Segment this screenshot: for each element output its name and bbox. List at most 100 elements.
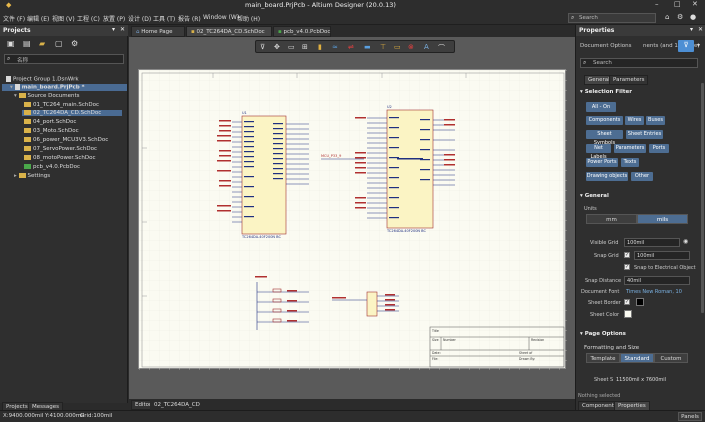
menu-edit[interactable]: 编辑 (E) xyxy=(27,14,49,23)
eye-icon[interactable]: ◉ xyxy=(683,238,688,245)
global-search-box[interactable]: ⌕ Search xyxy=(568,13,656,23)
project-group-item[interactable]: Project Group 1.DsnWrk xyxy=(6,76,79,83)
panels-button[interactable]: Panels xyxy=(678,412,702,421)
tab-parameters[interactable]: Parameters xyxy=(609,75,649,85)
menu-tools[interactable]: 工具 (T) xyxy=(153,14,175,23)
tab-schdoc[interactable]: ▪ 02_TC264DA_CD.SchDoc xyxy=(186,26,272,37)
file-item[interactable]: 08_motoPower.SchDoc xyxy=(24,155,96,161)
sheet-border-color-swatch[interactable] xyxy=(636,298,644,306)
filter-other-button[interactable]: Other xyxy=(631,172,653,181)
file-item[interactable]: 04_port.SchDoc xyxy=(24,119,76,125)
filter-power-ports-button[interactable]: Power Ports xyxy=(586,158,618,167)
close-button[interactable]: ✕ xyxy=(692,0,698,8)
panel-close-icon[interactable]: ✕ xyxy=(698,26,703,33)
port-icon[interactable]: ▭ xyxy=(394,43,401,51)
filter-buses-button[interactable]: Buses xyxy=(646,116,665,125)
net-label-icon[interactable]: ⇌ xyxy=(348,43,354,51)
align-icon[interactable]: ⊞ xyxy=(302,43,308,51)
filter-parameters-button[interactable]: Parameters xyxy=(614,144,646,153)
menu-window[interactable]: Window (W) xyxy=(203,14,239,21)
tab-pcbdoc[interactable]: ▪ pcb_v4.0.PcbDoc xyxy=(273,26,331,37)
chevron-down-icon[interactable]: ▾ xyxy=(697,42,700,49)
menu-help[interactable]: 帮助 (H) xyxy=(237,14,260,23)
sheet-color-swatch[interactable] xyxy=(624,310,632,318)
project-item[interactable]: ▾ main_board.PrjPcb * xyxy=(2,84,127,91)
file-item[interactable]: 07_ServoPower.SchDoc xyxy=(24,146,97,152)
menu-reports[interactable]: 报告 (R) xyxy=(178,14,201,23)
panel-menu-icon[interactable]: ▾ xyxy=(690,26,693,33)
text-icon[interactable]: A xyxy=(424,43,429,51)
home-icon[interactable]: ⌂ xyxy=(665,13,669,21)
filter-texts-button[interactable]: Texts xyxy=(621,158,639,167)
move-icon[interactable]: ✥ xyxy=(274,43,280,51)
settings-folder-item[interactable]: ▸ Settings xyxy=(14,173,50,179)
save-all-icon[interactable]: ▤ xyxy=(23,39,31,48)
visible-grid-input[interactable]: 100mil xyxy=(624,238,680,247)
general-section-header[interactable]: ▾ General xyxy=(580,193,609,199)
filter-button[interactable]: ⊽ xyxy=(678,40,694,52)
document-font-link[interactable]: Times New Roman, 10 xyxy=(626,289,682,295)
snap-grid-input[interactable]: 100mil xyxy=(634,251,690,260)
component-icon[interactable]: ▮ xyxy=(318,43,322,51)
sheet-border-checkbox[interactable]: ✓ xyxy=(624,299,630,305)
snap-electrical-checkbox[interactable]: ✓ xyxy=(624,264,630,270)
user-icon[interactable]: ● xyxy=(690,13,696,21)
visible-grid-label: Visible Grid xyxy=(590,240,619,246)
bus-icon[interactable]: ▬ xyxy=(364,43,371,51)
file-item[interactable]: pcb_v4.0.PcbDoc xyxy=(24,164,80,170)
properties-search-input[interactable]: Search xyxy=(593,60,612,66)
wire-icon[interactable]: ≈ xyxy=(332,43,338,51)
source-folder-item[interactable]: ▾ Source Documents xyxy=(14,93,80,99)
no-erc-icon[interactable]: ⊗ xyxy=(408,43,414,51)
filter-components-button[interactable]: Components xyxy=(586,116,623,125)
projects-toolbar: ▣ ▤ ▰ ▢ ⚙ xyxy=(3,39,127,51)
filter-wires-button[interactable]: Wires xyxy=(625,116,644,125)
tab-home-page[interactable]: ⌂ Home Page xyxy=(131,26,185,37)
filter-drawing-objects-button[interactable]: Drawing objects xyxy=(586,172,628,181)
format-custom-button[interactable]: Custom xyxy=(654,353,688,363)
file-item[interactable]: 01_TC264_main.SchDoc xyxy=(24,102,99,108)
projects-search-box[interactable]: ⌕ 名称 xyxy=(4,54,124,64)
panel-close-icon[interactable]: ✕ xyxy=(120,26,125,33)
units-mm-button[interactable]: mm xyxy=(586,214,637,224)
filter-ports-button[interactable]: Ports xyxy=(649,144,669,153)
filter-icon[interactable]: ⊽ xyxy=(260,43,265,51)
minimize-button[interactable]: – xyxy=(655,0,659,8)
properties-search-box[interactable]: ⌕ Search xyxy=(580,58,698,68)
snap-distance-input[interactable]: 40mil xyxy=(624,276,690,285)
units-mils-button[interactable]: mils xyxy=(637,214,688,224)
menu-project[interactable]: 工程 (C) xyxy=(77,14,100,23)
selection-filter-header[interactable]: ▾ Selection Filter xyxy=(580,89,632,95)
arc-icon[interactable]: ⌒ xyxy=(438,43,445,53)
settings-icon[interactable]: ⚙ xyxy=(71,39,78,48)
menu-file[interactable]: 文件 (F) xyxy=(3,14,25,23)
filter-net-labels-button[interactable]: Net Labels xyxy=(586,144,611,160)
snap-grid-checkbox[interactable]: ✓ xyxy=(624,252,630,258)
menu-view[interactable]: 视图 (V) xyxy=(52,14,75,23)
document-icon[interactable]: ▢ xyxy=(55,39,63,48)
save-icon[interactable]: ▣ xyxy=(7,39,15,48)
menu-design[interactable]: 设计 (D) xyxy=(128,14,151,23)
properties-scrollbar[interactable] xyxy=(701,83,704,313)
page-options-header[interactable]: ▾ Page Options xyxy=(580,331,626,337)
select-icon[interactable]: ▭ xyxy=(288,43,295,51)
panel-menu-icon[interactable]: ▾ xyxy=(112,26,115,33)
tab-sheet-name[interactable]: 02_TC264DA_CD xyxy=(150,400,204,410)
file-item[interactable]: 03_Moto.SchDoc xyxy=(24,128,79,134)
power-port-icon[interactable]: ⊤ xyxy=(380,43,386,51)
open-folder-icon[interactable]: ▰ xyxy=(39,39,45,48)
filter-sheet-entries-button[interactable]: Sheet Entries xyxy=(626,130,663,139)
connector-body[interactable] xyxy=(366,291,378,317)
filter-sheet-symbols-button[interactable]: Sheet Symbols xyxy=(586,130,623,146)
all-on-button[interactable]: All - On xyxy=(586,102,616,112)
maximize-button[interactable]: □ xyxy=(674,0,681,8)
gear-icon[interactable]: ⚙ xyxy=(677,13,683,21)
menu-place[interactable]: 放置 (P) xyxy=(103,14,125,23)
file-item[interactable]: 06_power_MCU3V3.SchDoc xyxy=(24,137,108,143)
file-item-selected[interactable]: 02_TC264DA_CD.SchDoc xyxy=(22,110,122,116)
sheet-size-value[interactable]: 11500mil x 7600mil xyxy=(613,375,689,384)
format-standard-button[interactable]: Standard xyxy=(620,353,654,363)
format-template-button[interactable]: Template xyxy=(586,353,620,363)
projects-search-input[interactable]: 名称 xyxy=(17,56,28,64)
global-search-input[interactable]: Search xyxy=(579,15,598,21)
